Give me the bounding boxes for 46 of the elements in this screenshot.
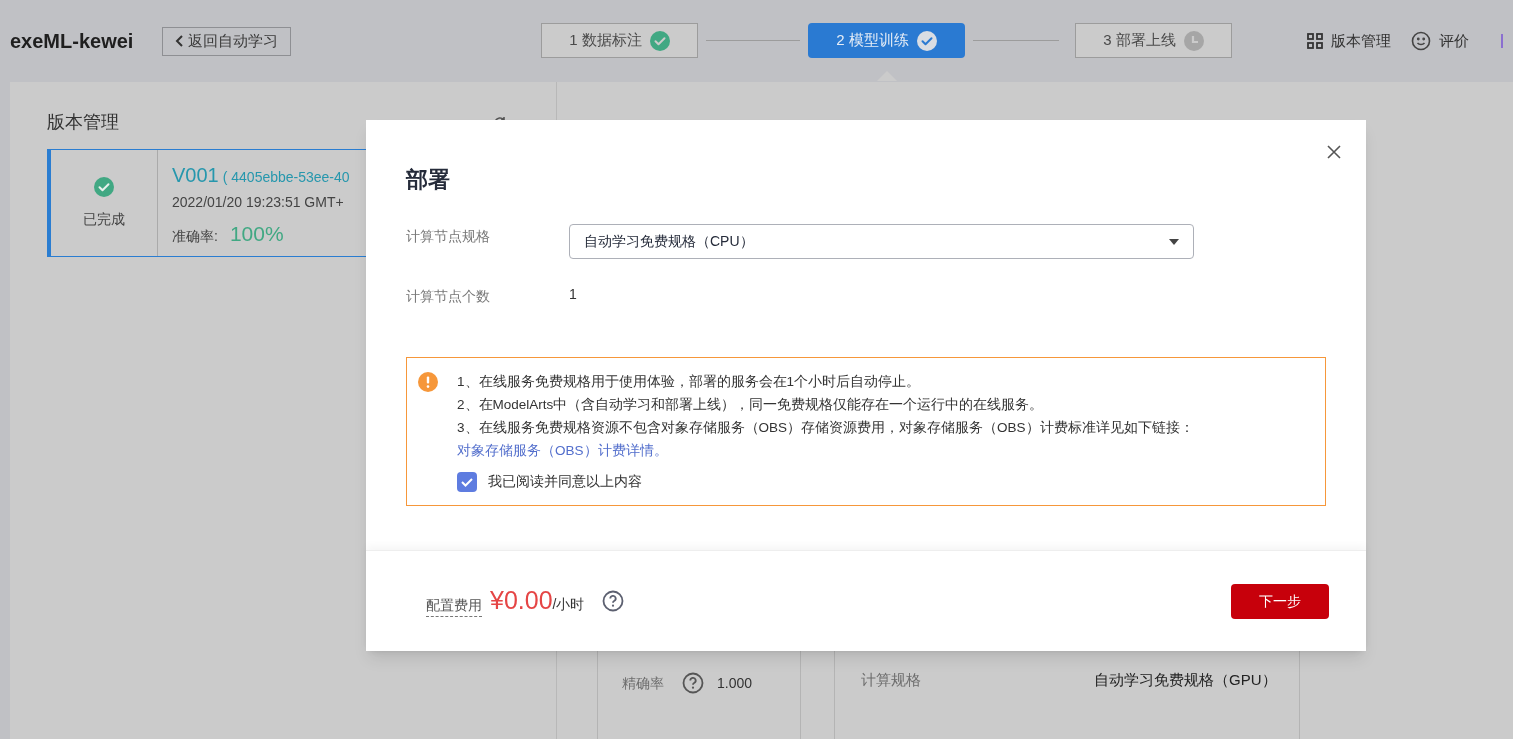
warning-icon — [418, 372, 438, 392]
notice-text: 3、在线服务免费规格资源不包含对象存储服务（OBS）存储资源费用，对象存储服务（OBS）计费标准详见如下链接： 对象存储服务（OBS）计费详情。 — [457, 419, 1195, 460]
help-icon[interactable] — [682, 672, 704, 694]
check-circle-icon — [94, 176, 114, 197]
header-action[interactable]: 评价 — [1411, 29, 1469, 53]
chevron-left-icon — [175, 35, 185, 47]
dropdown-caret-icon — [1169, 238, 1179, 245]
back-button[interactable]: 返回自动学习 — [162, 26, 292, 56]
accuracy-value: 100% — [229, 221, 284, 247]
metric-value: 1.000 — [717, 673, 753, 693]
version-number: V001 — [172, 163, 219, 188]
metric-label: 精确率 — [622, 673, 665, 693]
spec-value: 自动学习免费规格（GPU） — [1094, 670, 1277, 690]
version-time: 2022/01/20 19:23:51 GMT+ — [172, 193, 345, 212]
step-tab[interactable]: 2 模型训练 — [808, 23, 965, 58]
agree-checkbox[interactable] — [457, 471, 477, 492]
check-icon — [649, 30, 670, 51]
header-action[interactable]: 版本管理 — [1307, 29, 1391, 53]
clock-icon — [1183, 30, 1204, 51]
fee-unit: /小时 — [552, 595, 585, 614]
check-icon — [916, 30, 937, 51]
step-tab[interactable]: 1 数据标注 — [541, 23, 698, 58]
agree-label: 我已阅读并同意以上内容 — [488, 472, 642, 491]
close-button[interactable] — [1326, 144, 1342, 160]
dialog-title: 部署 — [406, 166, 451, 194]
spec-select[interactable]: 自动学习免费规格（CPU） — [569, 224, 1194, 259]
pricing-link[interactable]: 对象存储服务（OBS）计费详情。 — [457, 443, 668, 458]
spec-label: 计算规格 — [861, 670, 922, 690]
panel-title: 版本管理 — [47, 111, 119, 134]
grid-icon — [1307, 33, 1323, 49]
notice-text: 1、在线服务免费规格用于使用体验，部署的服务会在1个小时后自动停止。 — [457, 373, 922, 391]
field-label: 计算节点个数 — [406, 287, 491, 306]
version-id: ( 4405ebbe-53ee-40 — [222, 168, 350, 187]
help-icon[interactable] — [602, 590, 625, 612]
status-label: 已完成 — [83, 209, 125, 229]
step-tab[interactable]: 3 部署上线 — [1075, 23, 1232, 58]
app-title: exeML-kewei — [10, 29, 134, 54]
fee-amount: ¥0.00 — [490, 585, 553, 617]
accuracy-label: 准确率: — [172, 227, 218, 246]
notice-text: 2、在ModelArts中（含自动学习和部署上线），同一免费规格仅能存在一个运行中的在线服务。 — [457, 396, 1045, 414]
field-label: 计算节点规格 — [406, 227, 491, 246]
smiley-icon — [1411, 31, 1431, 51]
close-icon — [1326, 144, 1342, 160]
next-button[interactable]: 下一步 — [1231, 583, 1329, 619]
field-value: 1 — [569, 285, 577, 304]
fee-label: 配置费用 — [426, 595, 482, 617]
